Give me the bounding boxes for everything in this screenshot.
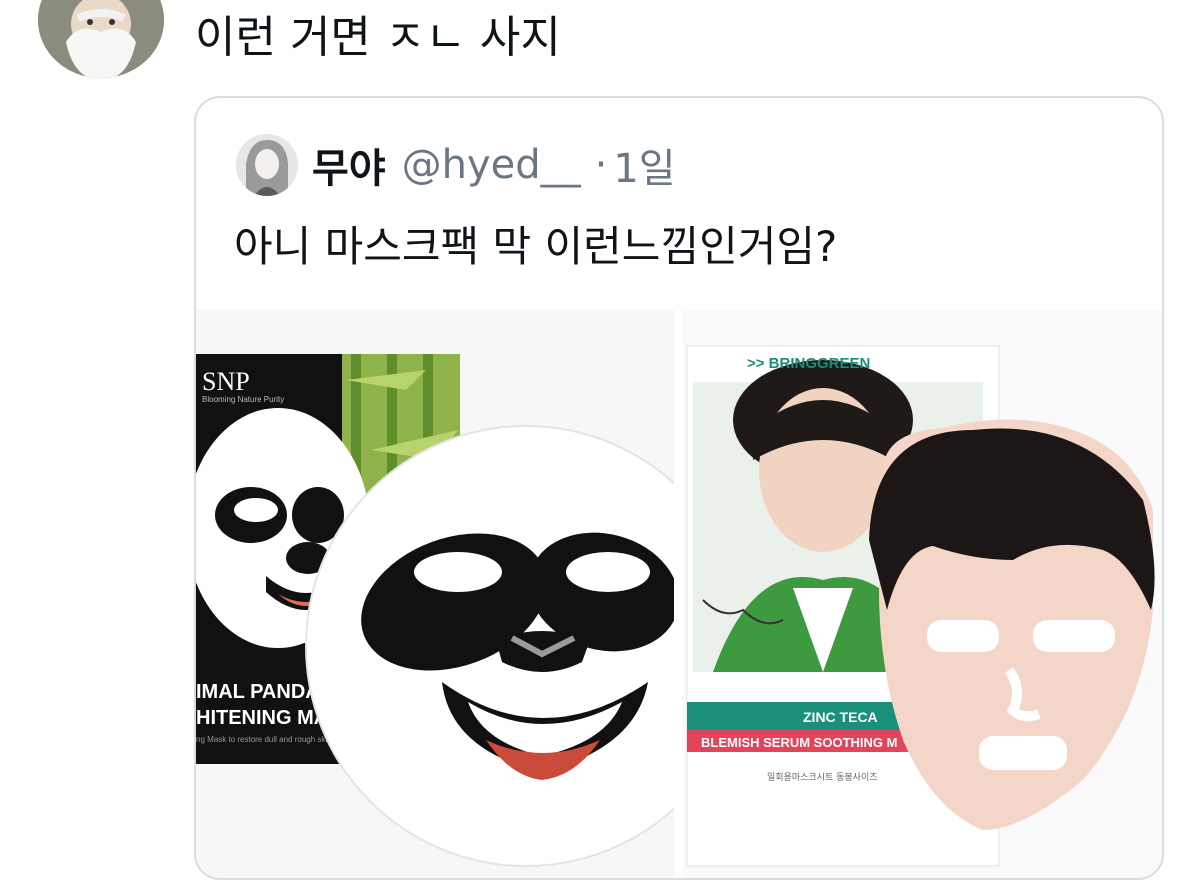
product-label-line2: BLEMISH SERUM SOOTHING M — [701, 735, 897, 750]
face-mask-illustration: >> BRINGGREEN ZINC TECA BLEMISH SERUM SO… — [683, 310, 1162, 878]
tweet-text: 이런 거면 ㅈㄴ 사지 — [195, 12, 561, 63]
panda-label-line1: IMAL PANDA — [196, 681, 320, 703]
face-mask-image[interactable]: >> BRINGGREEN ZINC TECA BLEMISH SERUM SO… — [683, 310, 1162, 878]
snp-brand-sub: Blooming Nature Purity — [202, 395, 284, 404]
separator-dot: · — [594, 142, 608, 188]
product-fine-print: 일회용마스크시트 동봉사이즈 — [767, 772, 878, 783]
quoted-timestamp[interactable]: 1일 — [613, 136, 675, 194]
sketch-portrait-avatar-image — [236, 134, 298, 196]
panda-mask-image[interactable]: SNP Blooming Nature Purity IMAL PANDA HI… — [196, 310, 674, 878]
product-label-line1: ZINC TECA — [803, 709, 878, 725]
bearded-face-avatar-image — [38, 0, 164, 78]
quoted-display-name[interactable]: 무야 — [312, 136, 386, 194]
snp-brand-label: SNP — [202, 367, 250, 396]
quoted-tweet-text: 아니 마스크팩 막 이런느낌인거임? — [234, 222, 838, 271]
bringgreen-brand-label: >> BRINGGREEN — [747, 355, 870, 372]
quoted-tweet-header: 무야 @hyed__ · 1일 — [236, 134, 676, 196]
panda-mask-illustration: SNP Blooming Nature Purity IMAL PANDA HI… — [196, 310, 674, 878]
quoted-user-avatar[interactable] — [236, 134, 298, 196]
quoted-media-grid: SNP Blooming Nature Purity IMAL PANDA HI… — [196, 310, 1162, 878]
quoted-handle[interactable]: @hyed__ — [402, 142, 581, 188]
profile-avatar[interactable] — [38, 0, 164, 78]
quoted-tweet-card[interactable]: 무야 @hyed__ · 1일 아니 마스크팩 막 이런느낌인거임? SNP B… — [194, 96, 1164, 880]
